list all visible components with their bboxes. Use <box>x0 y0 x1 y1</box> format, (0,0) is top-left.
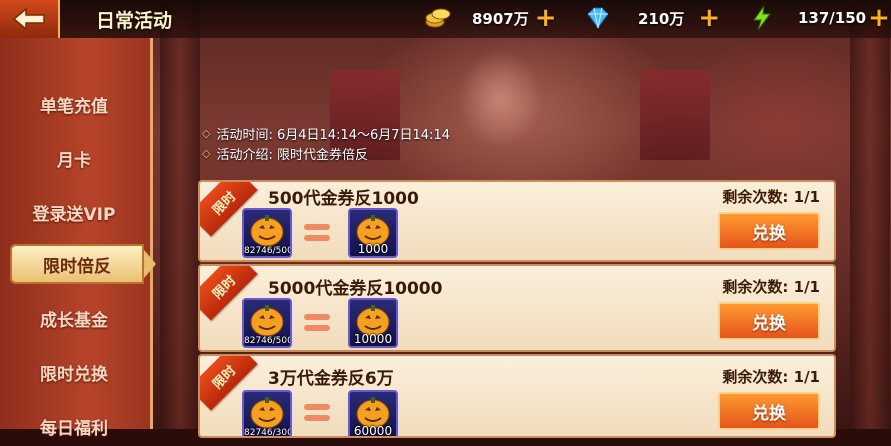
top-bar: 日常活动 8907万 + 210万 + 137/150 + <box>0 0 891 38</box>
activity-time-text: 活动时间: 6月4日14:14～6月7日14:14 <box>216 128 450 143</box>
background-statue <box>440 40 560 170</box>
sidebar-item-limited-rebate[interactable]: 限时倍反 <box>10 244 156 284</box>
offer-title: 5000代金券反10000 <box>268 279 443 299</box>
cost-count: 82746/5000 <box>244 336 290 346</box>
energy-value: 137/150 <box>798 9 867 27</box>
gold-counter: 8907万 + <box>424 4 557 32</box>
pumpkin-voucher-icon <box>250 305 284 337</box>
sidebar-item-daily-welfare[interactable]: 每日福利 <box>8 406 140 446</box>
cost-item-slot[interactable]: 82746/30000 <box>242 390 292 438</box>
reward-count: 1000 <box>357 242 389 256</box>
exchange-button[interactable]: 兑换 <box>718 212 820 250</box>
reward-count: 10000 <box>353 332 393 346</box>
reward-item-slot[interactable]: 1000 <box>348 208 398 258</box>
offer-card: 限时 500代金券反1000 剩余次数: 1/1 82746/500 1000 … <box>198 180 836 262</box>
page-title: 日常活动 <box>96 10 173 32</box>
offer-title: 3万代金券反6万 <box>268 369 394 389</box>
activity-time: ◇ 活动时间: 6月4日14:14～6月7日14:14 <box>202 124 450 143</box>
reward-item-slot[interactable]: 60000 <box>348 390 398 438</box>
equals-icon <box>304 404 330 422</box>
back-arrow-icon <box>12 7 45 31</box>
exchange-button[interactable]: 兑换 <box>718 392 820 430</box>
background-throne <box>640 70 710 160</box>
add-energy-button[interactable]: + <box>868 5 890 31</box>
pumpkin-voucher-icon <box>250 397 284 429</box>
back-button[interactable] <box>0 0 60 38</box>
sidebar-item-month-card[interactable]: 月卡 <box>8 138 140 178</box>
sidebar-item-login-vip[interactable]: 登录送VIP <box>8 192 140 232</box>
cost-count: 82746/30000 <box>244 428 290 438</box>
lightning-icon <box>753 5 771 31</box>
energy-counter: 137/150 + <box>748 4 890 32</box>
coin-stack-icon <box>425 8 451 28</box>
reward-count: 60000 <box>353 424 393 438</box>
add-gold-button[interactable]: + <box>535 5 557 31</box>
sidebar-item-single-recharge[interactable]: 单笔充值 <box>8 84 140 124</box>
activity-intro-text: 活动介绍: 限时代金券倍反 <box>216 148 368 163</box>
diamond-icon <box>587 7 609 29</box>
equals-icon <box>304 224 330 242</box>
bullet-icon: ◇ <box>202 127 211 140</box>
add-diamond-button[interactable]: + <box>698 5 720 31</box>
cost-count: 82746/500 <box>244 246 292 256</box>
sidebar-item-growth-fund[interactable]: 成长基金 <box>8 298 140 338</box>
remaining-count: 剩余次数: 1/1 <box>722 188 820 206</box>
diamond-value: 210万 <box>638 9 685 28</box>
background-pillar <box>160 0 200 429</box>
activity-sidebar: 单笔充值 月卡 登录送VIP 限时倍反 成长基金 限时兑换 每日福利 <box>0 38 156 439</box>
gold-value: 8907万 <box>472 9 529 28</box>
cost-item-slot[interactable]: 82746/500 <box>242 208 292 258</box>
reward-item-slot[interactable]: 10000 <box>348 298 398 348</box>
background-pillar <box>850 0 890 429</box>
equals-icon <box>304 314 330 332</box>
bullet-icon: ◇ <box>202 147 211 160</box>
pumpkin-voucher-icon <box>250 215 284 247</box>
activity-intro: ◇ 活动介绍: 限时代金券倍反 <box>202 144 368 163</box>
cost-item-slot[interactable]: 82746/5000 <box>242 298 292 348</box>
remaining-count: 剩余次数: 1/1 <box>722 278 820 296</box>
offer-title: 500代金券反1000 <box>268 189 419 209</box>
remaining-count: 剩余次数: 1/1 <box>722 368 820 386</box>
exchange-button[interactable]: 兑换 <box>718 302 820 340</box>
offer-card: 限时 3万代金券反6万 剩余次数: 1/1 82746/30000 60000 … <box>198 354 836 438</box>
diamond-counter: 210万 + <box>584 4 720 32</box>
offer-card: 限时 5000代金券反10000 剩余次数: 1/1 82746/5000 10… <box>198 264 836 352</box>
sidebar-item-limited-exchange[interactable]: 限时兑换 <box>8 352 140 392</box>
